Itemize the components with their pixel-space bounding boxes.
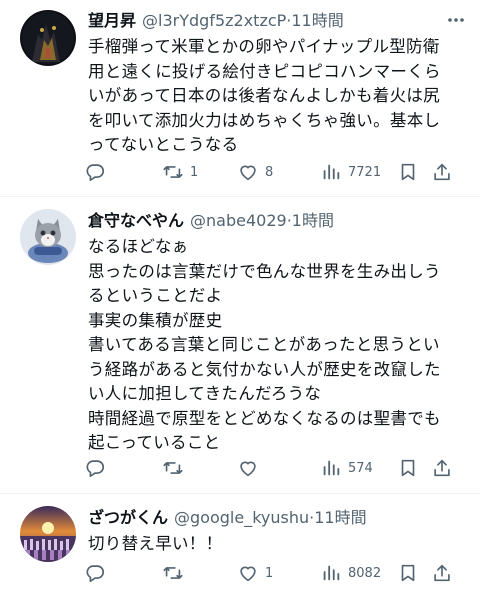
reply-icon [86,460,105,478]
user-handle[interactable]: @google_kyushu [174,505,309,531]
tweet-text-line: 起こっていること [88,433,221,452]
view-count: 7721 [348,164,382,180]
share-icon [434,459,450,477]
tweet-text-line: う経路があると気付かない人が歴史を改竄した [88,359,441,379]
share-icon [434,564,450,582]
timestamp[interactable]: 11時間 [291,8,343,34]
timestamp[interactable]: 1時間 [292,208,334,234]
retweet-count: 1 [190,164,199,180]
retweet-icon [163,462,183,474]
heart-icon [240,165,256,181]
tweet-2[interactable]: 倉守なべやん @nabe4029 · 1時間 なるほどなぁ 思ったのは言葉だけで… [0,197,480,491]
tweet-text-line: 手榴弾って米軍とかの卵やパイナップル型防衛 [88,37,440,56]
user-handle[interactable]: @nabe4029 [190,208,287,234]
heart-icon [240,461,256,477]
avatar[interactable] [20,10,76,66]
views-button[interactable]: 8082 [320,562,381,584]
like-count: 1 [265,565,274,581]
tweet-text-line: ってないとこうなる [88,135,239,154]
bookmark-icon [401,163,415,181]
like-button[interactable] [237,457,265,479]
bookmark-button[interactable] [397,457,419,479]
tweet-text-line: 思ったのは言葉だけで色んな世界を生み出しう [88,261,441,281]
tweet-1[interactable]: 望月昇 @l3rYdgf5z2xtzcP · 11時間 手榴弾って米軍とかの卵や… [0,0,480,194]
user-handle[interactable]: @l3rYdgf5z2xtzcP [142,8,286,34]
retweet-icon [163,567,183,579]
like-count: 8 [265,164,274,180]
views-icon [323,164,340,180]
tweet-text-line: 書いてある言葉と同じことがあったと思うとい [88,335,440,354]
reply-icon [86,164,105,182]
view-count: 8082 [348,565,382,581]
retweet-button[interactable]: 1 [162,161,198,183]
like-button[interactable]: 8 [237,161,273,183]
tweet-header: ざつがくん @google_kyushu · 11時間 [88,505,466,531]
reply-button[interactable] [84,457,106,479]
tweet-text-line: い人に加担してきたんだろうな [88,384,322,403]
action-bar: 574 [84,454,466,482]
tweet-text-line: を叩いて添加火力はめちゃくちゃ強い。基本し [88,110,441,130]
display-name[interactable]: ざつがくん [88,505,168,531]
tweet-text: 切り替え早い！！ [88,532,466,557]
tweet-text: 手榴弾って米軍とかの卵やパイナップル型防衛 用と遠くに投げる絵付きピコピコハンマ… [88,35,466,158]
tweet-text-line: 用と遠くに投げる絵付きピコピコハンマーくら [88,61,441,81]
action-bar: 1 8082 [84,559,466,587]
share-button[interactable] [431,161,453,183]
tweet-text-line: 切り替え早い！！ [88,534,223,553]
tweet-text-line: なるほどなぁ [88,237,189,256]
tweet-text-line: いがあって日本のは後者なんよしかも着火は尻 [88,86,440,105]
avatar[interactable] [20,209,76,265]
tweet-3[interactable]: ざつがくん @google_kyushu · 11時間 切り替え早い！！ 1 8… [0,494,480,594]
tweet-text-line: 時間経過で原型をとどめなくなるのは聖書でも [88,408,441,428]
display-name[interactable]: 倉守なべやん [88,208,184,234]
retweet-icon [163,166,183,178]
more-icon[interactable] [444,8,468,32]
share-button[interactable] [431,457,453,479]
tweet-text-line: るということだよ [88,286,223,305]
share-icon [434,163,450,181]
views-icon [323,460,340,476]
tweet-text-line: 事実の集積が歴史 [88,310,223,330]
like-button[interactable]: 1 [237,562,273,584]
view-count: 574 [348,460,373,476]
reply-icon [86,565,105,583]
views-button[interactable]: 7721 [320,161,381,183]
avatar[interactable] [20,506,76,562]
timestamp[interactable]: 11時間 [314,505,366,531]
bookmark-button[interactable] [397,562,419,584]
bookmark-icon [401,459,415,477]
share-button[interactable] [431,562,453,584]
views-button[interactable]: 574 [320,457,373,479]
tweet-text: なるほどなぁ 思ったのは言葉だけで色んな世界を生み出しう るということだよ 事実… [88,235,466,456]
retweet-button[interactable] [162,562,190,584]
tweet-header: 望月昇 @l3rYdgf5z2xtzcP · 11時間 [88,8,466,34]
tweet-header: 倉守なべやん @nabe4029 · 1時間 [88,208,466,234]
heart-icon [240,566,256,582]
reply-button[interactable] [84,562,106,584]
action-bar: 1 8 7721 [84,158,466,186]
retweet-button[interactable] [162,457,190,479]
views-icon [323,565,340,581]
display-name[interactable]: 望月昇 [88,8,136,34]
reply-button[interactable] [84,161,106,183]
bookmark-icon [401,564,415,582]
bookmark-button[interactable] [397,161,419,183]
